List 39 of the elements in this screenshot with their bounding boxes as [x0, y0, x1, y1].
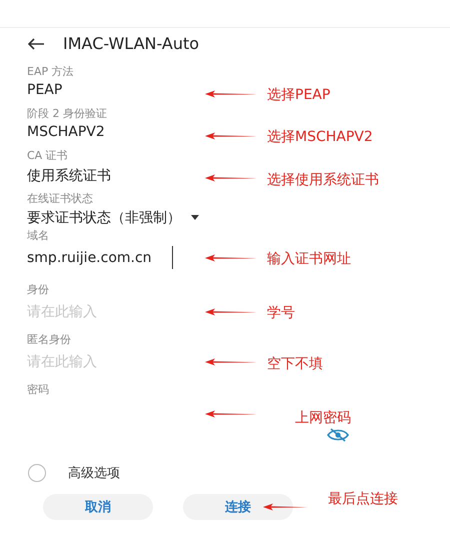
field-value[interactable]: 使用系统证书	[27, 166, 205, 190]
network-title: IMAC-WLAN-Auto	[63, 34, 200, 53]
arrow-icon	[205, 254, 257, 262]
arrow-icon	[263, 502, 308, 511]
annotation-text: 上网密码	[295, 408, 351, 428]
arrow-icon	[205, 132, 257, 140]
field-value[interactable]: MSCHAPV2	[27, 124, 205, 148]
hidden-eye-icon[interactable]	[327, 428, 349, 442]
advanced-label[interactable]: 高级选项	[68, 464, 120, 482]
cancel-button[interactable]: 取消	[43, 494, 153, 520]
arrow-icon	[205, 410, 257, 418]
back-icon[interactable]	[27, 38, 45, 50]
arrow-icon	[205, 174, 257, 182]
input-field[interactable]: 请在此输入	[27, 350, 177, 374]
field-label: 阶段 2 身份验证	[27, 107, 108, 122]
arrow-icon	[205, 308, 257, 316]
field-label: 域名	[27, 228, 50, 244]
field-label: 密码	[27, 383, 50, 398]
arrow-icon	[205, 90, 257, 98]
connect-button[interactable]: 连接	[183, 494, 293, 520]
annotation-text: 选择使用系统证书	[267, 170, 379, 190]
field-value[interactable]: PEAP	[27, 82, 205, 106]
annotation-text: 空下不填	[267, 354, 323, 374]
annotation-text: 选择MSCHAPV2	[267, 128, 373, 148]
field-label: 在线证书状态	[27, 192, 94, 206]
input-field[interactable]: smp.ruijie.com.cn	[27, 246, 173, 270]
annotation-text: 输入证书网址	[267, 250, 351, 270]
field-label: EAP 方法	[27, 65, 75, 80]
annotation-text: 最后点连接	[328, 490, 398, 510]
arrow-icon	[205, 358, 257, 366]
annotation-text: 学号	[267, 304, 295, 324]
field-label: CA 证书	[27, 149, 69, 164]
field-label: 匿名身份	[27, 333, 72, 348]
advanced-radio[interactable]	[28, 464, 46, 482]
annotation-text: 选择PEAP	[267, 86, 330, 106]
caret-icon[interactable]	[191, 215, 199, 220]
dropdown-value[interactable]: 要求证书状态（非强制）	[27, 208, 181, 227]
input-field[interactable]: 请在此输入	[27, 300, 177, 324]
field-label: 身份	[27, 283, 50, 298]
